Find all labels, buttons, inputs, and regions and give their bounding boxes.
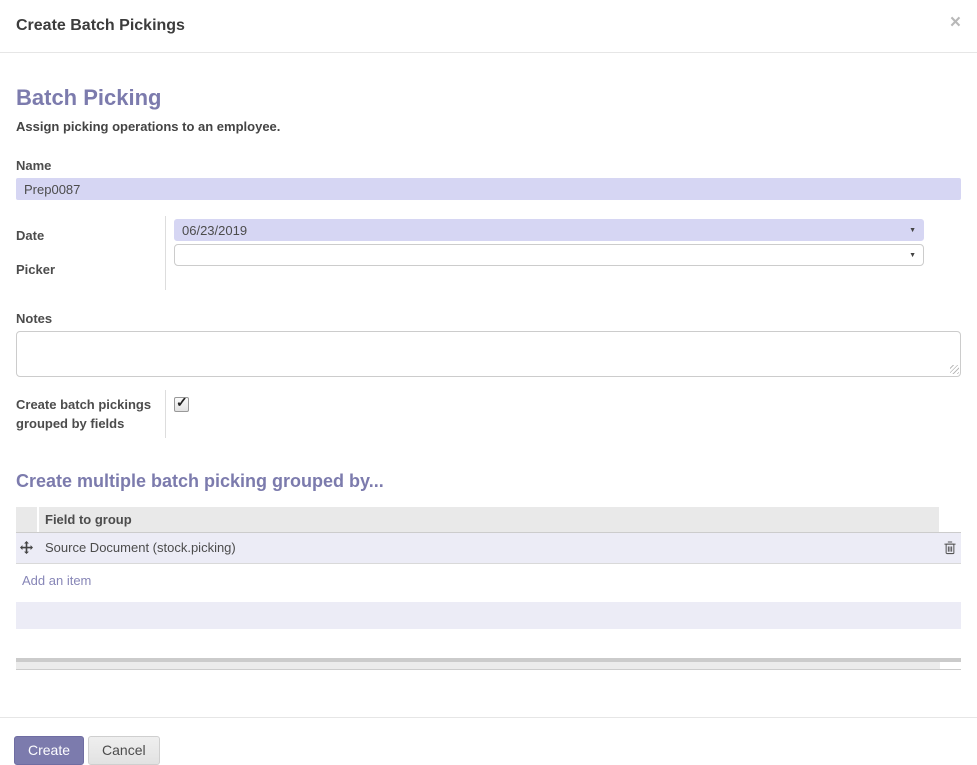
empty-table-row[interactable] [16, 601, 961, 629]
notes-textarea[interactable] [16, 331, 961, 377]
date-value: 06/23/2019 [182, 222, 248, 238]
trash-icon[interactable] [944, 541, 956, 555]
dialog-body: Batch Picking Assign picking operations … [0, 86, 977, 670]
picker-dropdown-icon[interactable]: ▼ [909, 252, 916, 259]
notes-field-label: Notes [16, 311, 53, 326]
group-section-title: Create multiple batch picking grouped by… [16, 471, 384, 491]
add-an-item-link[interactable]: Add an item [22, 573, 91, 588]
delete-row-cell [939, 541, 961, 555]
grouped-checkbox-label: Create batch pickings grouped by fields [16, 390, 166, 438]
close-icon[interactable]: × [950, 13, 961, 32]
field-to-group-column-header: Field to group [39, 506, 939, 532]
name-input[interactable] [16, 178, 961, 200]
drag-handle-icon[interactable] [20, 541, 33, 555]
grouped-checkbox-cell: ✓ [166, 390, 961, 438]
drag-handle-cell [16, 541, 37, 555]
date-input[interactable]: 06/23/2019 ▼ [174, 219, 924, 241]
grouped-checkbox[interactable]: ✓ [174, 394, 189, 412]
page-title: Batch Picking [16, 85, 162, 110]
notes-field-wrap [16, 331, 961, 377]
create-batch-pickings-dialog: Create Batch Pickings × Batch Picking As… [0, 0, 977, 765]
checkmark-icon: ✓ [176, 394, 188, 410]
row-field-name: Source Document (stock.picking) [45, 540, 236, 556]
picker-input[interactable]: ▼ [174, 244, 924, 266]
date-dropdown-icon[interactable]: ▼ [909, 227, 916, 234]
table-row[interactable]: Source Document (stock.picking) [16, 532, 961, 564]
page-subtitle: Assign picking operations to an employee… [16, 119, 281, 134]
date-picker-labels: Date Picker [16, 216, 166, 290]
dialog-title: Create Batch Pickings [16, 17, 185, 34]
add-item-row: Add an item [16, 564, 961, 596]
table-header-row: Field to group [16, 506, 961, 533]
picker-field-label: Picker [16, 262, 56, 277]
date-picker-fields: 06/23/2019 ▼ ▼ [166, 216, 961, 290]
date-picker-group: Date Picker 06/23/2019 ▼ ▼ [16, 216, 961, 290]
name-field-label: Name [16, 158, 52, 173]
date-field-label: Date [16, 228, 45, 243]
dialog-header: Create Batch Pickings × [0, 0, 977, 53]
grouped-checkbox-row: Create batch pickings grouped by fields … [16, 390, 961, 438]
delete-column-header [939, 506, 961, 532]
create-button[interactable]: Create [14, 735, 85, 765]
dialog-footer: Create Cancel [0, 716, 977, 765]
horizontal-scrollbar[interactable] [16, 657, 961, 670]
fields-to-group-table: Field to group Source Document (stock.pi… [16, 506, 961, 670]
cancel-button[interactable]: Cancel [88, 735, 160, 765]
handle-column-header [16, 506, 37, 532]
